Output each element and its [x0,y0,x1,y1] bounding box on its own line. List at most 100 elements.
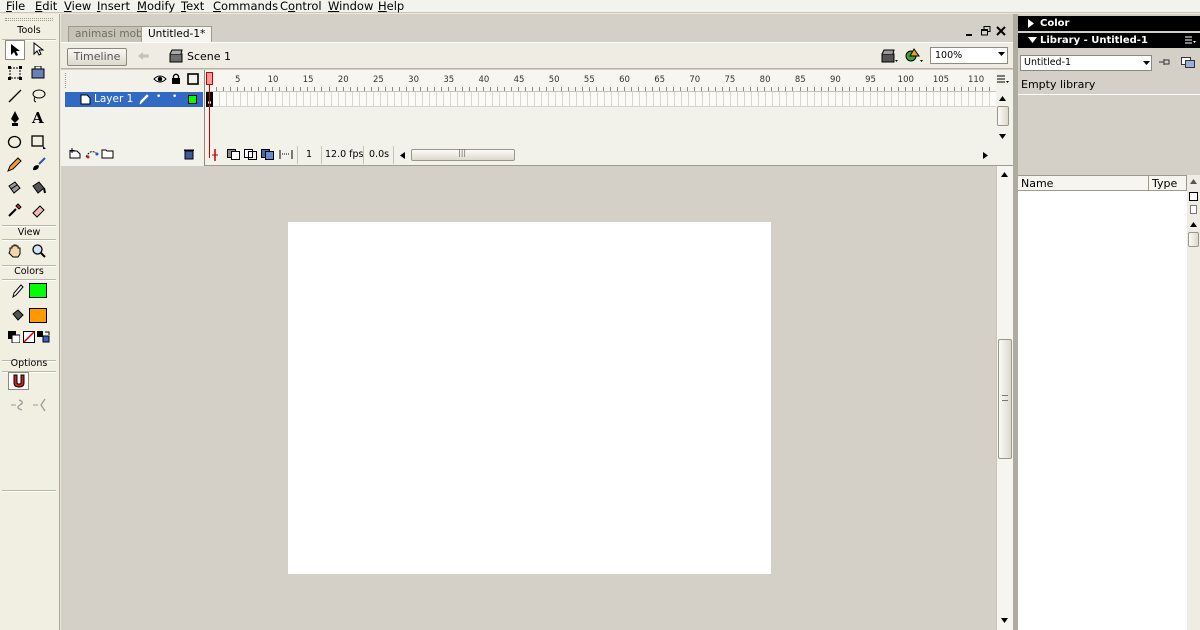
stroke-color-swatch[interactable] [29,283,47,298]
scroll-down-icon[interactable] [1001,618,1008,623]
scroll-left-icon[interactable] [400,152,405,159]
onion-skin-icon[interactable] [227,149,241,160]
menu-edit[interactable]: Edit [35,0,57,13]
new-library-panel-icon[interactable] [1181,57,1195,68]
scroll-up-icon[interactable] [999,96,1006,101]
color-panel-header[interactable]: Color [1018,16,1200,31]
frame-rate[interactable]: 12.0 fps [325,149,364,160]
trash-icon[interactable] [183,148,195,160]
timeline-horizontal-scrollbar[interactable]: ||| [399,148,989,161]
menu-insert[interactable]: Insert [97,0,130,13]
back-arrow-icon[interactable] [137,51,150,61]
menu-control[interactable]: Control [280,0,322,13]
lock-dot[interactable]: • [172,92,177,102]
timeline-vertical-scrollbar[interactable] [996,92,1010,140]
panel-options-menu-icon[interactable] [1185,36,1196,46]
minimize-icon[interactable] [965,27,974,37]
modify-onion-markers-icon[interactable] [279,149,293,160]
scroll-thumb[interactable]: ||| [411,148,515,161]
scroll-down-icon[interactable] [999,134,1006,139]
lasso-tool[interactable] [29,86,49,106]
insert-folder-icon[interactable] [101,148,115,159]
menu-commands[interactable]: Commands [213,0,278,13]
free-transform-tool[interactable] [5,63,25,83]
zoom-tool[interactable] [29,241,49,261]
stage-canvas[interactable] [288,222,771,574]
scroll-thumb[interactable] [997,106,1009,126]
hand-tool[interactable] [5,241,25,261]
straighten-icon[interactable] [32,398,48,412]
menu-view[interactable]: View [64,0,91,13]
lock-icon[interactable] [171,73,181,85]
timeline-toggle-button[interactable]: Timeline [67,48,127,66]
insert-layer-icon[interactable] [69,148,82,159]
frame-ruler[interactable]: 1510152025303540455055606570758085909510… [206,70,996,92]
eyedropper-tool[interactable] [5,201,25,221]
library-document-select[interactable]: Untitled-1 [1020,55,1152,71]
no-color-button[interactable] [23,331,35,343]
wide-state-icon[interactable] [1189,192,1198,201]
smooth-icon[interactable] [10,398,26,412]
options-section-label: Options [10,358,48,369]
panel-grip[interactable] [5,18,53,21]
center-frame-icon[interactable] [212,149,218,161]
visible-dot[interactable]: • [156,92,161,102]
library-vertical-scrollbar[interactable] [1187,175,1200,630]
subselect-tool[interactable] [29,40,49,60]
black-white-button[interactable] [8,331,20,343]
column-header-name[interactable]: Name [1018,176,1149,191]
layer-row[interactable]: Layer 1 • • [65,92,203,107]
eraser-tool[interactable] [29,201,49,221]
text-tool[interactable]: A [29,109,49,129]
layer-outline-color[interactable] [188,95,197,104]
column-header-type[interactable]: Type [1149,176,1187,191]
menu-text[interactable]: Text [181,0,204,13]
edit-symbols-icon[interactable] [905,47,925,64]
fill-transform-tool[interactable] [29,63,49,83]
frame-tick [391,87,393,91]
frame-number-label: 40 [478,75,490,85]
brush-tool[interactable] [29,155,49,175]
edit-multiple-frames-icon[interactable] [261,149,275,160]
rectangle-tool[interactable] [29,132,49,152]
line-tool[interactable] [5,86,25,106]
arrow-tool[interactable] [5,40,25,60]
pin-library-icon[interactable] [1158,57,1171,68]
tab-untitled-1[interactable]: Untitled-1* [141,26,213,43]
scroll-up-icon[interactable] [1190,222,1197,227]
snap-to-objects-button[interactable] [8,372,29,390]
sort-order-icon[interactable] [1190,179,1197,184]
paint-bucket-tool[interactable] [29,178,49,198]
frame-view-menu-icon[interactable] [997,75,1009,85]
pen-tool[interactable] [5,109,25,129]
scroll-thumb[interactable] [998,339,1012,459]
scroll-right-icon[interactable] [983,152,988,159]
zoom-select[interactable]: 100% [930,47,1008,64]
ink-bottle-tool[interactable] [5,178,25,198]
timeline-grip[interactable] [65,73,67,88]
narrow-state-icon[interactable] [1190,205,1197,214]
restore-icon[interactable] [981,26,991,36]
library-item-list[interactable]: Name Type [1018,175,1187,630]
edit-scene-icon[interactable] [881,48,899,64]
scroll-up-icon[interactable] [1001,172,1008,177]
menu-modify[interactable]: Modify [137,0,175,13]
frame-tick [518,87,520,91]
oval-tool[interactable] [5,132,25,152]
add-motion-guide-icon[interactable] [85,148,99,159]
library-panel-header[interactable]: Library - Untitled-1 [1018,33,1200,48]
stage-vertical-scrollbar[interactable] [996,166,1013,630]
swap-colors-button[interactable] [37,331,50,343]
close-icon[interactable] [996,26,1006,36]
onion-skin-outlines-icon[interactable] [244,149,258,160]
menu-help[interactable]: Help [378,0,404,13]
frame-grid[interactable] [206,92,996,107]
scroll-thumb[interactable] [1188,232,1199,247]
menu-file[interactable]: File [6,0,25,13]
eye-icon[interactable] [153,74,167,84]
menu-window[interactable]: Window [328,0,373,13]
fill-color-swatch[interactable] [29,308,47,323]
playhead[interactable] [206,72,213,85]
outline-icon[interactable] [187,73,199,85]
pencil-tool[interactable] [5,155,25,175]
